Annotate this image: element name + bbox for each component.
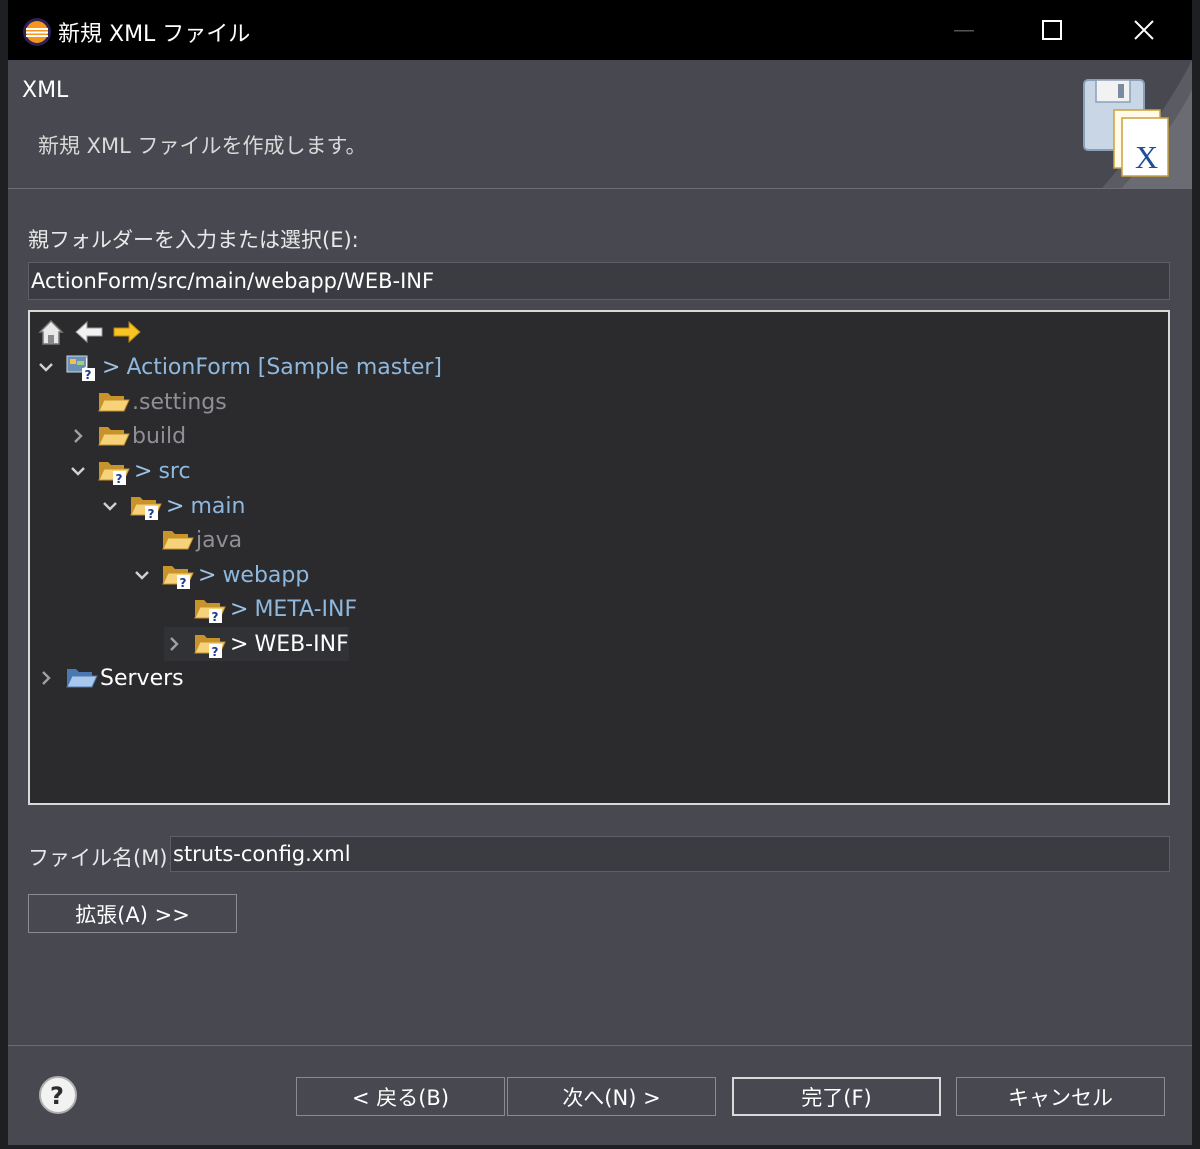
file-name-input[interactable] — [170, 836, 1170, 872]
folder-icon — [98, 393, 130, 412]
folder-icon — [162, 531, 194, 550]
file-name-label: ファイル名(M): — [28, 846, 175, 870]
tree-item-meta-inf[interactable]: ? > META-INF — [164, 592, 357, 626]
back-button[interactable] — [74, 317, 104, 347]
project-icon: J ? — [66, 355, 95, 382]
svg-text:?: ? — [148, 507, 155, 521]
maximize-icon — [1042, 20, 1062, 40]
tree-item-label: ActionForm [Sample master] — [126, 354, 442, 380]
minimize-icon — [954, 30, 974, 32]
chevron-right-icon[interactable] — [36, 668, 56, 688]
parent-folder-input[interactable] — [28, 262, 1170, 300]
chevron-right-icon[interactable] — [68, 426, 88, 446]
xml-wizard-banner-icon: X — [1083, 60, 1192, 188]
home-button[interactable] — [36, 317, 66, 347]
svg-text:?: ? — [212, 645, 219, 659]
window-title: 新規 XML ファイル — [58, 22, 251, 47]
folder-unversioned-icon: ? — [130, 497, 162, 521]
svg-text:?: ? — [116, 472, 123, 486]
folder-unversioned-icon: ? — [194, 635, 226, 659]
tree-item-build[interactable]: build — [68, 419, 186, 453]
tree-item-label: src — [158, 458, 191, 484]
arrow-left-icon — [75, 320, 103, 344]
page-title: XML — [22, 78, 69, 103]
forward-button[interactable] — [112, 317, 142, 347]
eclipse-app-icon — [23, 18, 51, 46]
tree-item-decoration: > — [230, 596, 249, 622]
tree-item-src[interactable]: ? > src — [68, 454, 191, 488]
minimize-button[interactable] — [940, 6, 988, 54]
folder-icon — [98, 427, 130, 446]
svg-text:?: ? — [212, 610, 219, 624]
svg-text:?: ? — [180, 576, 187, 590]
tree-item-label: main — [190, 493, 246, 519]
maximize-button[interactable] — [1028, 6, 1076, 54]
tree-item-servers[interactable]: Servers — [36, 661, 184, 695]
arrow-right-icon — [113, 320, 141, 344]
next-button[interactable]: 次へ(N) > — [507, 1077, 716, 1116]
tree-item-web-inf[interactable]: ? > WEB-INF — [164, 627, 349, 661]
window-titlebar: 新規 XML ファイル — [8, 0, 1192, 60]
close-button[interactable] — [1120, 6, 1168, 54]
tree-item-decoration: > — [230, 631, 249, 657]
tree-item-webapp[interactable]: ? > webapp — [132, 558, 309, 592]
tree-item-decoration: > — [166, 493, 185, 519]
folder-unversioned-icon: ? — [194, 600, 226, 624]
tree-item-label: META-INF — [254, 596, 358, 622]
parent-folder-label: 親フォルダーを入力または選択(E): — [28, 228, 359, 252]
chevron-down-icon[interactable] — [132, 565, 152, 585]
chevron-down-icon[interactable] — [68, 461, 88, 481]
tree-item-decoration: > — [198, 562, 217, 588]
wizard-header: XML 新規 XML ファイルを作成します。 X — [8, 60, 1192, 189]
advanced-button[interactable]: 拡張(A) >> — [28, 894, 237, 933]
tree-item-decoration: > — [134, 458, 153, 484]
button-bar-separator — [8, 1045, 1192, 1046]
tree-toolbar — [36, 316, 142, 348]
tree-item-decoration: > — [102, 354, 121, 380]
chevron-down-icon[interactable] — [36, 357, 56, 377]
help-icon[interactable]: ? — [38, 1075, 78, 1115]
tree-item-label: WEB-INF — [254, 631, 349, 657]
folder-unversioned-icon: ? — [98, 462, 130, 486]
tree-item-label: .settings — [132, 389, 227, 415]
tree-item-actionform[interactable]: J ? > ActionForm [Sample master] — [36, 350, 1166, 384]
folder-unversioned-icon: ? — [162, 566, 194, 590]
tree-item-label: webapp — [222, 562, 310, 588]
finish-button[interactable]: 完了(F) — [732, 1077, 941, 1116]
tree-item-label: Servers — [100, 665, 184, 691]
page-description: 新規 XML ファイルを作成します。 — [38, 134, 367, 158]
project-folder-icon — [66, 669, 98, 688]
tree-item-label: java — [196, 527, 243, 553]
back-button[interactable]: < 戻る(B) — [296, 1077, 505, 1116]
cancel-button[interactable]: キャンセル — [956, 1077, 1165, 1116]
folder-tree[interactable]: J ? > ActionForm [Sample master] .settin… — [28, 310, 1170, 805]
chevron-down-icon[interactable] — [100, 496, 120, 516]
tree-item-label: build — [132, 423, 187, 449]
chevron-right-icon[interactable] — [164, 634, 184, 654]
tree-item-main[interactable]: ? > main — [100, 489, 245, 523]
close-icon — [1134, 20, 1154, 40]
tree-item-java[interactable]: java — [132, 523, 242, 557]
tree-item-settings[interactable]: .settings — [68, 385, 227, 419]
svg-text:?: ? — [50, 1082, 64, 1110]
new-xml-file-dialog: XML 新規 XML ファイルを作成します。 X 親フォルダーを入力または選択(… — [8, 60, 1192, 1145]
home-icon — [38, 319, 64, 345]
svg-text:?: ? — [85, 368, 92, 382]
svg-text:X: X — [1135, 139, 1158, 175]
